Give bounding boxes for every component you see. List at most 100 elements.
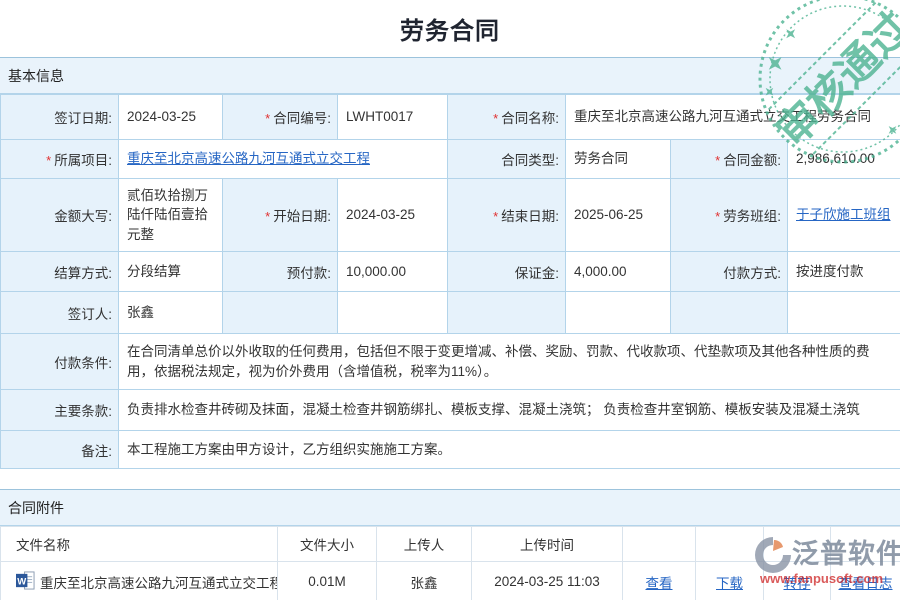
field-label-signer: 签订人:	[1, 292, 119, 334]
label-text: 所属项目:	[54, 153, 112, 168]
empty-label-cell	[448, 292, 566, 334]
field-label-pay-terms: 付款条件:	[1, 334, 119, 390]
field-value-end-date: 2025-06-25	[566, 179, 671, 252]
field-value-deposit: 4,000.00	[566, 252, 671, 292]
field-label-project: *所属项目:	[1, 140, 119, 179]
col-header-empty	[831, 527, 900, 562]
section-basic-info: 基本信息	[0, 57, 900, 94]
col-header-empty	[623, 527, 696, 562]
attachment-action-cell: 下载	[696, 562, 764, 600]
required-mark: *	[493, 111, 498, 126]
required-mark: *	[46, 153, 51, 168]
label-text: 结束日期:	[501, 209, 559, 224]
attachment-action-cell: 转存	[764, 562, 831, 600]
field-value-start-date: 2024-03-25	[338, 179, 448, 252]
field-label-contract-no: *合同编号:	[223, 95, 338, 140]
page-title: 劳务合同	[0, 0, 900, 57]
col-header-uploader: 上传人	[377, 527, 472, 562]
empty-value-cell	[338, 292, 448, 334]
empty-label-cell	[671, 292, 788, 334]
field-value-main-terms: 负责排水检查井砖砌及抹面，混凝土检查井钢筋绑扎、模板支撑、混凝土浇筑； 负责检查…	[119, 390, 900, 431]
basic-info-table: 签订日期: 2024-03-25 *合同编号: LWHT0017 *合同名称: …	[0, 94, 900, 469]
field-value-advance: 10,000.00	[338, 252, 448, 292]
field-value-pay-terms: 在合同清单总价以外收取的任何费用，包括但不限于变更增减、补偿、奖励、罚款、代收款…	[119, 334, 900, 390]
view-log-link[interactable]: 查看日志	[839, 576, 893, 591]
attachments-table: 文件名称 文件大小 上传人 上传时间 W 重庆至北	[0, 526, 900, 600]
col-header-file-size: 文件大小	[278, 527, 377, 562]
empty-value-cell	[788, 292, 900, 334]
section-attachments: 合同附件	[0, 489, 900, 526]
label-text: 付款方式:	[723, 266, 781, 281]
label-text: 开始日期:	[273, 209, 331, 224]
required-mark: *	[493, 209, 498, 224]
field-value-contract-name: 重庆至北京高速公路九河互通式立交工程劳务合同	[566, 95, 900, 140]
field-value-contract-no: LWHT0017	[338, 95, 448, 140]
attachment-uploader: 张鑫	[377, 562, 472, 600]
field-label-advance: 预付款:	[223, 252, 338, 292]
attachments-header-row: 文件名称 文件大小 上传人 上传时间	[1, 527, 900, 562]
field-label-sign-date: 签订日期:	[1, 95, 119, 140]
label-text: 签订日期:	[54, 111, 112, 126]
required-mark: *	[265, 209, 270, 224]
label-text: 合同编号:	[273, 111, 331, 126]
table-row: 备注: 本工程施工方案由甲方设计，乙方组织实施施工方案。	[1, 431, 900, 469]
required-mark: *	[715, 209, 720, 224]
field-label-remark: 备注:	[1, 431, 119, 469]
field-label-settle-method: 结算方式:	[1, 252, 119, 292]
attachment-row: W 重庆至北京高速公路九河互通式立交工程 0.01M 张鑫 2024-03-25…	[1, 562, 900, 600]
field-value-contract-type: 劳务合同	[566, 140, 671, 179]
field-label-start-date: *开始日期:	[223, 179, 338, 252]
col-header-upload-time: 上传时间	[472, 527, 623, 562]
svg-text:W: W	[17, 576, 26, 587]
label-text: 付款条件:	[54, 356, 112, 371]
required-mark: *	[265, 111, 270, 126]
field-label-amount-caps: 金额大写:	[1, 179, 119, 252]
attachment-action-cell: 查看	[623, 562, 696, 600]
field-label-contract-name: *合同名称:	[448, 95, 566, 140]
label-text: 签订人:	[68, 307, 112, 322]
col-header-empty	[764, 527, 831, 562]
table-row: 付款条件: 在合同清单总价以外收取的任何费用，包括但不限于变更增减、补偿、奖励、…	[1, 334, 900, 390]
field-value-sign-date: 2024-03-25	[119, 95, 223, 140]
label-text: 结算方式:	[54, 266, 112, 281]
field-value-amount: 2,986,610.00	[788, 140, 900, 179]
table-row: 签订日期: 2024-03-25 *合同编号: LWHT0017 *合同名称: …	[1, 95, 900, 140]
table-row: *所属项目: 重庆至北京高速公路九河互通式立交工程 合同类型: 劳务合同 *合同…	[1, 140, 900, 179]
section-gap	[0, 469, 900, 489]
save-copy-link[interactable]: 转存	[784, 576, 811, 591]
empty-value-cell	[566, 292, 671, 334]
field-label-pay-method: 付款方式:	[671, 252, 788, 292]
labor-team-link[interactable]: 于子欣施工班组	[796, 207, 891, 222]
table-row: 主要条款: 负责排水检查井砖砌及抹面，混凝土检查井钢筋绑扎、模板支撑、混凝土浇筑…	[1, 390, 900, 431]
label-text: 劳务班组:	[723, 209, 781, 224]
label-text: 合同类型:	[501, 153, 559, 168]
view-link[interactable]: 查看	[646, 576, 673, 591]
label-text: 备注:	[81, 444, 112, 459]
table-row: 金额大写: 贰佰玖拾捌万陆仟陆佰壹拾元整 *开始日期: 2024-03-25 *…	[1, 179, 900, 252]
label-text: 主要条款:	[54, 404, 112, 419]
table-row: 签订人: 张鑫	[1, 292, 900, 334]
field-label-main-terms: 主要条款:	[1, 390, 119, 431]
attachment-action-cell: 查看日志	[831, 562, 900, 600]
project-link[interactable]: 重庆至北京高速公路九河互通式立交工程	[127, 151, 370, 166]
label-text: 预付款:	[287, 266, 331, 281]
field-value-project: 重庆至北京高速公路九河互通式立交工程	[119, 140, 448, 179]
field-label-contract-type: 合同类型:	[448, 140, 566, 179]
label-text: 合同金额:	[723, 153, 781, 168]
field-value-remark: 本工程施工方案由甲方设计，乙方组织实施施工方案。	[119, 431, 900, 469]
field-value-signer: 张鑫	[119, 292, 223, 334]
attachment-file-name: 重庆至北京高速公路九河互通式立交工程	[40, 572, 278, 592]
required-mark: *	[715, 153, 720, 168]
field-label-amount: *合同金额:	[671, 140, 788, 179]
col-header-file-name: 文件名称	[1, 527, 278, 562]
field-value-pay-method: 按进度付款	[788, 252, 900, 292]
label-text: 保证金:	[515, 266, 559, 281]
attachment-file-name-cell: W 重庆至北京高速公路九河互通式立交工程	[1, 562, 278, 600]
label-text: 合同名称:	[501, 111, 559, 126]
word-file-icon: W	[16, 571, 35, 593]
col-header-empty	[696, 527, 764, 562]
field-value-settle-method: 分段结算	[119, 252, 223, 292]
attachment-upload-time: 2024-03-25 11:03	[472, 562, 623, 600]
attachment-file-size: 0.01M	[278, 562, 377, 600]
download-link[interactable]: 下载	[716, 576, 743, 591]
